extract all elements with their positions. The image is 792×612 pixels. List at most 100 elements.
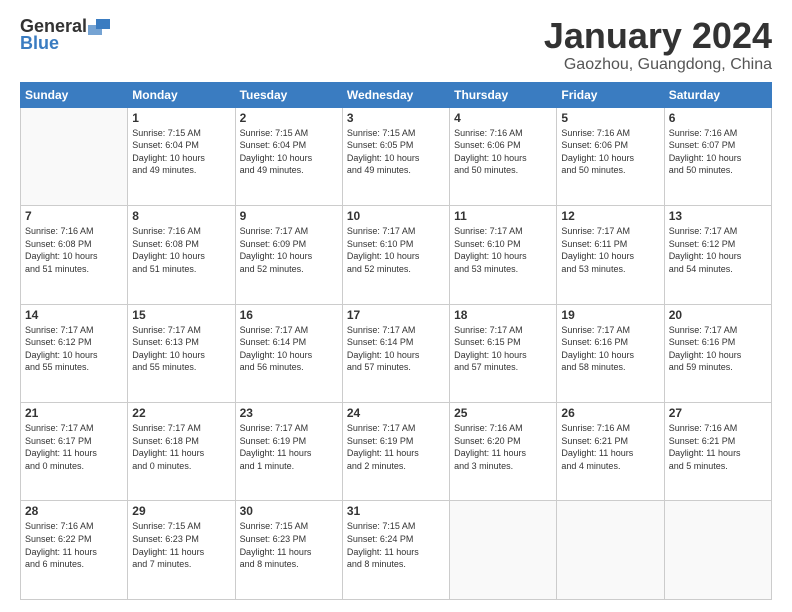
logo-text-blue: Blue	[20, 33, 59, 54]
calendar-cell: 8Sunrise: 7:16 AM Sunset: 6:08 PM Daylig…	[128, 206, 235, 304]
calendar-cell: 27 Sunrise: 7:16 AM Sunset: 6:21 PM Dayli…	[664, 403, 771, 501]
calendar-cell: 29 Sunrise: 7:15 AM Sunset: 6:23 PM Dayli…	[128, 501, 235, 600]
day-number: 4	[454, 111, 552, 125]
day-info: Sunrise: 7:17 AM Sunset: 6:15 PM Dayligh…	[454, 324, 552, 374]
logo: General Blue	[20, 16, 110, 54]
calendar-cell: 17Sunrise: 7:17 AM Sunset: 6:14 PM Dayli…	[342, 304, 449, 402]
weekday-header-thursday: Thursday	[450, 82, 557, 107]
day-number: 16	[240, 308, 338, 322]
day-info: Sunrise: 7:17 AM Sunset: 6:16 PM Dayligh…	[669, 324, 767, 374]
day-info: Sunrise: 7:16 AM Sunset: 6:07 PM Dayligh…	[669, 127, 767, 177]
day-info: Sunrise: 7:17 AM Sunset: 6:19 PM Dayligh…	[347, 422, 445, 472]
month-title: January 2024	[544, 16, 772, 56]
day-number: 12	[561, 209, 659, 223]
day-info: Sunrise: 7:17 AM Sunset: 6:11 PM Dayligh…	[561, 225, 659, 275]
calendar-cell: 15 Sunrise: 7:17 AM Sunset: 6:13 PM Dayli…	[128, 304, 235, 402]
day-number: 29	[132, 504, 230, 518]
calendar-cell: 2 Sunrise: 7:15 AM Sunset: 6:04 PM Daylig…	[235, 107, 342, 205]
day-info: Sunrise: 7:16 AM Sunset: 6:08 PM Dayligh…	[25, 225, 123, 275]
day-info: Sunrise: 7:17 AM Sunset: 6:10 PM Dayligh…	[454, 225, 552, 275]
day-info: Sunrise: 7:17 AM Sunset: 6:12 PM Dayligh…	[669, 225, 767, 275]
day-info: Sunrise: 7:15 AM Sunset: 6:04 PM Dayligh…	[240, 127, 338, 177]
day-info: Sunrise: 7:15 AM Sunset: 6:05 PM Dayligh…	[347, 127, 445, 177]
day-info: Sunrise: 7:15 AM Sunset: 6:04 PM Dayligh…	[132, 127, 230, 177]
day-info: Sunrise: 7:17 AM Sunset: 6:12 PM Dayligh…	[25, 324, 123, 374]
day-number: 15	[132, 308, 230, 322]
weekday-header-monday: Monday	[128, 82, 235, 107]
day-info: Sunrise: 7:17 AM Sunset: 6:13 PM Dayligh…	[132, 324, 230, 374]
weekday-header-wednesday: Wednesday	[342, 82, 449, 107]
day-info: Sunrise: 7:17 AM Sunset: 6:10 PM Dayligh…	[347, 225, 445, 275]
calendar-cell	[557, 501, 664, 600]
day-number: 1	[132, 111, 230, 125]
calendar-cell: 14 Sunrise: 7:17 AM Sunset: 6:12 PM Dayli…	[21, 304, 128, 402]
calendar-cell: 28 Sunrise: 7:16 AM Sunset: 6:22 PM Dayli…	[21, 501, 128, 600]
calendar-cell: 26 Sunrise: 7:16 AM Sunset: 6:21 PM Dayli…	[557, 403, 664, 501]
day-info: Sunrise: 7:16 AM Sunset: 6:21 PM Dayligh…	[561, 422, 659, 472]
day-number: 31	[347, 504, 445, 518]
calendar-cell	[450, 501, 557, 600]
day-number: 21	[25, 406, 123, 420]
calendar-cell: 24Sunrise: 7:17 AM Sunset: 6:19 PM Dayli…	[342, 403, 449, 501]
day-info: Sunrise: 7:15 AM Sunset: 6:23 PM Dayligh…	[132, 520, 230, 570]
calendar-cell	[21, 107, 128, 205]
logo-icon	[88, 17, 110, 37]
day-number: 3	[347, 111, 445, 125]
day-info: Sunrise: 7:17 AM Sunset: 6:19 PM Dayligh…	[240, 422, 338, 472]
calendar-cell: 6 Sunrise: 7:16 AM Sunset: 6:07 PM Daylig…	[664, 107, 771, 205]
calendar-week-2: 14 Sunrise: 7:17 AM Sunset: 6:12 PM Dayli…	[21, 304, 772, 402]
weekday-header-friday: Friday	[557, 82, 664, 107]
calendar-table: SundayMondayTuesdayWednesdayThursdayFrid…	[20, 82, 772, 600]
calendar-cell: 7 Sunrise: 7:16 AM Sunset: 6:08 PM Daylig…	[21, 206, 128, 304]
calendar-cell: 3 Sunrise: 7:15 AM Sunset: 6:05 PM Daylig…	[342, 107, 449, 205]
day-info: Sunrise: 7:17 AM Sunset: 6:16 PM Dayligh…	[561, 324, 659, 374]
day-number: 27	[669, 406, 767, 420]
day-number: 7	[25, 209, 123, 223]
day-number: 14	[25, 308, 123, 322]
calendar-cell: 21 Sunrise: 7:17 AM Sunset: 6:17 PM Dayli…	[21, 403, 128, 501]
day-number: 5	[561, 111, 659, 125]
calendar-cell	[664, 501, 771, 600]
day-info: Sunrise: 7:15 AM Sunset: 6:23 PM Dayligh…	[240, 520, 338, 570]
day-info: Sunrise: 7:17 AM Sunset: 6:18 PM Dayligh…	[132, 422, 230, 472]
calendar-cell: 30 Sunrise: 7:15 AM Sunset: 6:23 PM Dayli…	[235, 501, 342, 600]
header: General Blue January 2024 Gaozhou, Guang…	[20, 16, 772, 74]
calendar-week-3: 21 Sunrise: 7:17 AM Sunset: 6:17 PM Dayli…	[21, 403, 772, 501]
day-info: Sunrise: 7:15 AM Sunset: 6:24 PM Dayligh…	[347, 520, 445, 570]
calendar-cell: 13 Sunrise: 7:17 AM Sunset: 6:12 PM Dayli…	[664, 206, 771, 304]
day-number: 11	[454, 209, 552, 223]
day-info: Sunrise: 7:16 AM Sunset: 6:06 PM Dayligh…	[561, 127, 659, 177]
calendar-cell: 11 Sunrise: 7:17 AM Sunset: 6:10 PM Dayli…	[450, 206, 557, 304]
day-number: 10	[347, 209, 445, 223]
day-number: 26	[561, 406, 659, 420]
calendar-cell: 4 Sunrise: 7:16 AM Sunset: 6:06 PM Daylig…	[450, 107, 557, 205]
day-info: Sunrise: 7:16 AM Sunset: 6:22 PM Dayligh…	[25, 520, 123, 570]
calendar-cell: 20 Sunrise: 7:17 AM Sunset: 6:16 PM Dayli…	[664, 304, 771, 402]
calendar-week-0: 1 Sunrise: 7:15 AM Sunset: 6:04 PM Daylig…	[21, 107, 772, 205]
calendar-cell: 5 Sunrise: 7:16 AM Sunset: 6:06 PM Daylig…	[557, 107, 664, 205]
day-number: 20	[669, 308, 767, 322]
title-block: January 2024 Gaozhou, Guangdong, China	[544, 16, 772, 74]
day-number: 6	[669, 111, 767, 125]
weekday-header-sunday: Sunday	[21, 82, 128, 107]
day-number: 23	[240, 406, 338, 420]
day-number: 28	[25, 504, 123, 518]
day-info: Sunrise: 7:16 AM Sunset: 6:06 PM Dayligh…	[454, 127, 552, 177]
day-number: 18	[454, 308, 552, 322]
day-info: Sunrise: 7:16 AM Sunset: 6:20 PM Dayligh…	[454, 422, 552, 472]
weekday-header-tuesday: Tuesday	[235, 82, 342, 107]
day-info: Sunrise: 7:16 AM Sunset: 6:21 PM Dayligh…	[669, 422, 767, 472]
day-number: 9	[240, 209, 338, 223]
calendar-cell: 1 Sunrise: 7:15 AM Sunset: 6:04 PM Daylig…	[128, 107, 235, 205]
day-number: 30	[240, 504, 338, 518]
calendar-week-1: 7 Sunrise: 7:16 AM Sunset: 6:08 PM Daylig…	[21, 206, 772, 304]
day-info: Sunrise: 7:17 AM Sunset: 6:17 PM Dayligh…	[25, 422, 123, 472]
weekday-header-saturday: Saturday	[664, 82, 771, 107]
day-number: 13	[669, 209, 767, 223]
day-info: Sunrise: 7:17 AM Sunset: 6:09 PM Dayligh…	[240, 225, 338, 275]
day-number: 2	[240, 111, 338, 125]
calendar-week-4: 28 Sunrise: 7:16 AM Sunset: 6:22 PM Dayli…	[21, 501, 772, 600]
day-number: 22	[132, 406, 230, 420]
calendar-cell: 10 Sunrise: 7:17 AM Sunset: 6:10 PM Dayli…	[342, 206, 449, 304]
calendar-cell: 19Sunrise: 7:17 AM Sunset: 6:16 PM Dayli…	[557, 304, 664, 402]
